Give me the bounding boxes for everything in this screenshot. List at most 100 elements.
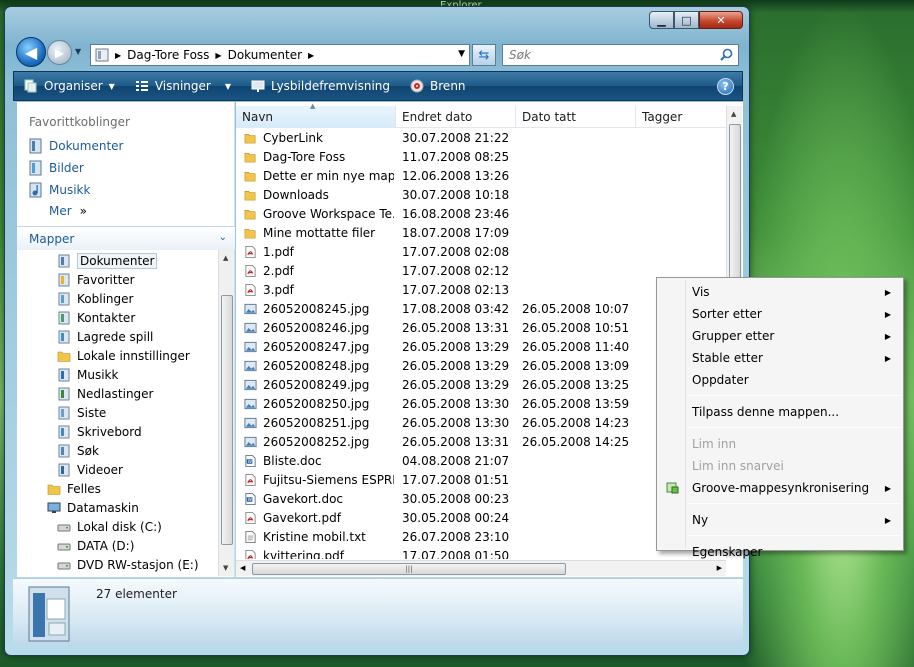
file-modified-date: 30.07.2008 21:22 (402, 131, 510, 145)
maximize-button[interactable]: □ (674, 11, 699, 29)
burn-button[interactable]: Brenn (400, 72, 476, 100)
file-modified-date: 18.07.2008 17:09 (402, 226, 510, 240)
file-row[interactable]: Groove Workspace Te... 16.08.2008 23:46 (236, 205, 726, 224)
context-menu-item[interactable]: Ny ▶ (692, 510, 897, 530)
views-button[interactable]: Visninger ▼ (125, 72, 241, 100)
scroll-down-icon[interactable]: ▼ (223, 564, 228, 572)
file-row[interactable]: Downloads 30.07.2008 10:18 (236, 186, 726, 205)
file-name-cell: Fujitsu-Siemens ESPRI... (244, 473, 394, 487)
file-row[interactable]: 26052008246.jpg 26.05.2008 13:31 26.05.200… (236, 319, 726, 338)
folders-header[interactable]: Mapper ⌄ (17, 226, 235, 250)
folder-tree-item[interactable]: Dokumenter (57, 252, 158, 270)
slideshow-button[interactable]: Lysbildefremvisning (241, 72, 400, 100)
context-menu-item[interactable]: Egenskaper (692, 542, 897, 562)
file-row[interactable]: 26052008252.jpg 26.05.2008 13:31 26.05.200… (236, 433, 726, 452)
column-modified[interactable]: Endret dato (396, 106, 516, 128)
context-menu-label: Sorter etter (692, 307, 762, 321)
folder-tree-item[interactable]: Kontakter (57, 309, 135, 327)
command-bar: Organiser ▼ Visninger ▼ Lysbildefremvisn… (13, 71, 743, 101)
back-button[interactable]: ◀ (16, 37, 46, 67)
folder-tree-scrollbar[interactable]: ▲ ▼ (218, 250, 234, 576)
folder-tree-item[interactable]: Siste (57, 404, 106, 422)
folder-tree-label: Dokumenter (77, 253, 158, 269)
file-row[interactable]: Mine mottatte filer 18.07.2008 17:09 (236, 224, 726, 243)
file-row[interactable]: kvittering.pdf 17.07.2008 01:50 (236, 547, 726, 559)
folder-tree-item[interactable]: Koblinger (57, 290, 133, 308)
file-row[interactable]: 26052008251.jpg 26.05.2008 13:30 26.05.200… (236, 414, 726, 433)
hard-disk-icon (57, 543, 71, 551)
breadcrumb-item-documents[interactable]: Dokumenter (228, 48, 302, 62)
recent-pages-dropdown[interactable]: ▼ (75, 47, 81, 56)
scroll-right-icon[interactable]: ▶ (717, 564, 722, 572)
forward-button[interactable]: ▶ (47, 40, 72, 65)
context-menu-item[interactable]: Sorter etter ▶ (692, 304, 897, 324)
context-menu-item[interactable]: Groove-mappesynkronisering ▶ (692, 478, 897, 498)
column-label: Endret dato (402, 110, 473, 124)
favorite-link-music[interactable]: Musikk (29, 182, 90, 198)
context-menu-item[interactable]: Vis ▶ (692, 282, 897, 302)
breadcrumb-item-user[interactable]: Dag-Tore Foss (127, 48, 209, 62)
file-row[interactable]: 26052008249.jpg 26.05.2008 13:29 26.05.200… (236, 376, 726, 395)
address-bar[interactable]: ▶ Dag-Tore Foss ▶ Dokumenter ▶ ▼ (90, 44, 470, 66)
help-button[interactable]: ? (717, 78, 734, 95)
folder-tree-item[interactable]: Favoritter (57, 271, 135, 289)
breadcrumb-separator-icon: ▶ (215, 50, 222, 60)
column-tags[interactable]: Tagger (636, 106, 726, 128)
folder-tree-item[interactable]: Lagrede spill (57, 328, 153, 346)
file-row[interactable]: Fujitsu-Siemens ESPRI... 17.07.2008 01:51 (236, 471, 726, 490)
folder-tree-item[interactable]: Søk (57, 442, 99, 460)
folder-tree-item[interactable]: DATA (D:) (57, 537, 134, 555)
file-row[interactable]: Gavekort.pdf 30.05.2008 00:24 (236, 509, 726, 528)
column-name[interactable]: ▲ Navn (236, 102, 396, 128)
folder-tree-item[interactable]: Nedlastinger (57, 385, 154, 403)
file-row[interactable]: Kristine mobil.txt 26.07.2008 23:10 (236, 528, 726, 547)
scroll-up-icon[interactable]: ▲ (731, 110, 736, 118)
file-modified-date: 26.05.2008 13:29 (402, 378, 510, 392)
scrollbar-thumb[interactable] (221, 295, 233, 545)
context-menu-item[interactable]: Stable etter ▶ (692, 348, 897, 368)
file-row[interactable]: 26052008248.jpg 26.05.2008 13:29 26.05.200… (236, 357, 726, 376)
folder-tree-item[interactable]: Felles (47, 480, 101, 498)
favorite-link-documents[interactable]: Dokumenter (29, 138, 123, 154)
folder-tree-item[interactable]: Lokal disk (C:) (57, 518, 162, 536)
organize-label: Organiser (44, 79, 103, 93)
folders-title: Mapper (29, 231, 75, 246)
refresh-button[interactable]: ⇆ (472, 44, 496, 66)
favorite-link-pictures[interactable]: Bilder (29, 160, 84, 176)
folder-tree-item[interactable]: Lokale innstillinger (57, 347, 190, 365)
scroll-up-icon[interactable]: ▲ (223, 254, 228, 262)
file-row[interactable]: CyberLink 30.07.2008 21:22 (236, 129, 726, 148)
scrollbar-thumb[interactable] (729, 124, 741, 284)
close-button[interactable]: ✕ (699, 11, 743, 29)
column-date-taken[interactable]: Dato tatt (516, 106, 636, 128)
file-row[interactable]: 26052008245.jpg 17.08.2008 03:42 26.05.200… (236, 300, 726, 319)
minimize-button[interactable]: ▁ (649, 11, 674, 29)
context-menu-item[interactable]: Grupper etter ▶ (692, 326, 897, 346)
search-icon[interactable] (720, 48, 733, 61)
context-menu-item[interactable]: Tilpass denne mappen... (692, 402, 897, 422)
file-row[interactable]: W Bliste.doc 04.08.2008 21:07 (236, 452, 726, 471)
folder-tree-item[interactable]: Skrivebord (57, 423, 142, 441)
scroll-left-icon[interactable]: ◀ (240, 564, 245, 572)
file-row[interactable]: 2.pdf 17.07.2008 02:12 (236, 262, 726, 281)
file-row[interactable]: 1.pdf 17.07.2008 02:08 (236, 243, 726, 262)
folder-tree-item[interactable]: Datamaskin (47, 499, 139, 517)
folder-tree-item[interactable]: DVD RW-stasjon (E:) (57, 556, 199, 574)
slideshow-label: Lysbildefremvisning (270, 79, 391, 93)
file-row[interactable]: 3.pdf 17.07.2008 02:13 (236, 281, 726, 300)
search-placeholder: Søk (509, 48, 531, 62)
file-row[interactable]: W Gavekort.doc 30.05.2008 00:23 (236, 490, 726, 509)
file-row[interactable]: Dag-Tore Foss 11.07.2008 08:25 (236, 148, 726, 167)
folder-tree-item[interactable]: Videoer (57, 461, 123, 479)
file-row[interactable]: 26052008247.jpg 26.05.2008 13:29 26.05.200… (236, 338, 726, 357)
context-menu-item[interactable]: Oppdater (692, 370, 897, 390)
favorite-links-more[interactable]: Mer » (49, 204, 87, 218)
address-dropdown-icon[interactable]: ▼ (458, 49, 465, 59)
file-row[interactable]: Dette er min nye mappe 12.06.2008 13:26 (236, 167, 726, 186)
scrollbar-thumb[interactable]: ||| (252, 563, 566, 575)
search-input[interactable]: Søk (502, 44, 739, 66)
file-list-horizontal-scrollbar[interactable]: ◀ ||| ▶ (236, 560, 726, 576)
folder-tree-item[interactable]: Musikk (57, 366, 118, 384)
file-row[interactable]: 26052008250.jpg 26.05.2008 13:30 26.05.200… (236, 395, 726, 414)
organize-button[interactable]: Organiser ▼ (14, 72, 125, 100)
